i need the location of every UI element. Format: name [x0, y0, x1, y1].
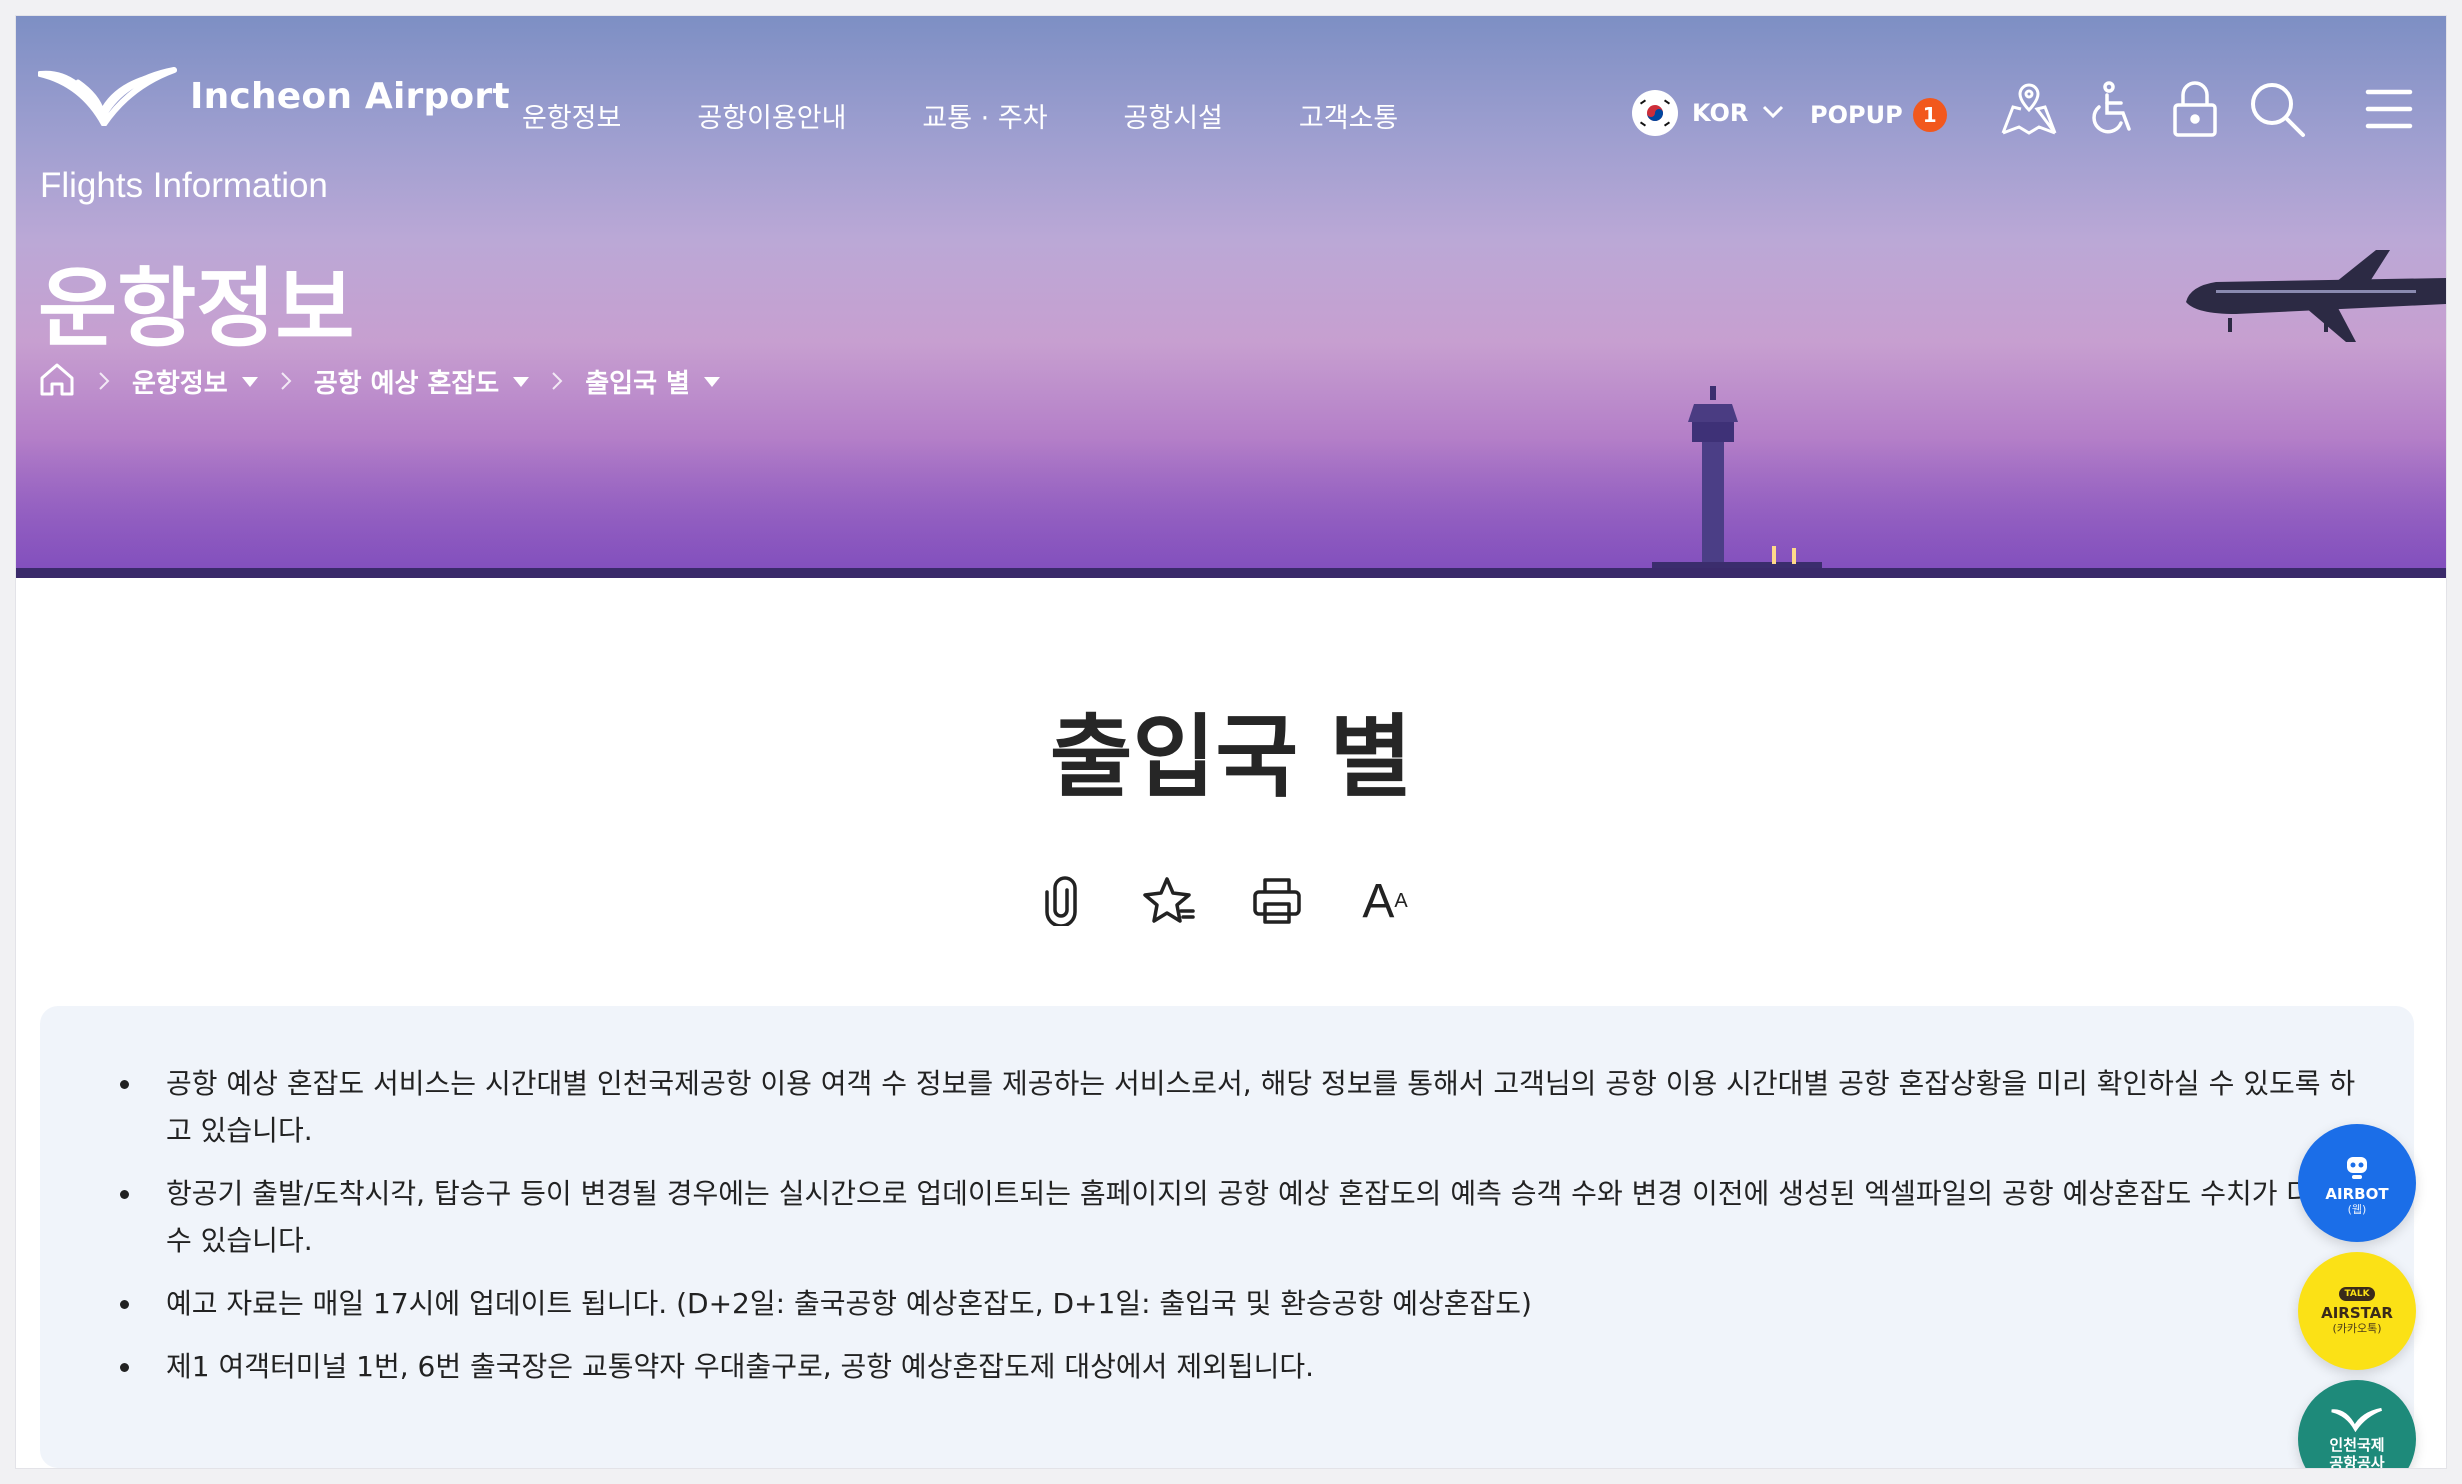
nav-item-facilities[interactable]: 공항시설 [1124, 96, 1223, 135]
lock-icon[interactable] [2160, 74, 2230, 144]
map-icon[interactable] [1994, 74, 2064, 144]
airplane-image [2186, 250, 2446, 342]
nav-item-airport-guide[interactable]: 공항이용안내 [697, 96, 846, 135]
notice-item: 공항 예상 혼잡도 서비스는 시간대별 인천국제공항 이용 여객 수 정보를 제… [116, 1060, 2362, 1154]
popup-count-badge: 1 [1912, 98, 1947, 132]
airstar-label: AIRSTAR [2321, 1304, 2393, 1322]
airbot-chat-button[interactable]: AIRBOT (웹) [2298, 1124, 2416, 1242]
breadcrumb-separator-icon [94, 361, 114, 401]
font-size-icon[interactable]: AA [1354, 870, 1416, 932]
main-nav: 운항정보 공항이용안내 교통 · 주차 공항시설 고객소통 [522, 96, 1398, 135]
incheon-airport-logo-icon [2331, 1406, 2383, 1436]
notice-box: 공항 예상 혼잡도 서비스는 시간대별 인천국제공항 이용 여객 수 정보를 제… [40, 1006, 2414, 1468]
page-title: 출입국 별 [1049, 705, 1413, 810]
airstar-kakaotalk-button[interactable]: TALK AIRSTAR (카카오톡) [2298, 1252, 2416, 1370]
home-icon[interactable] [38, 360, 76, 402]
notice-list: 공항 예상 혼잡도 서비스는 시간대별 인천국제공항 이용 여객 수 정보를 제… [116, 1060, 2355, 1390]
page-tools: AA [1030, 870, 1416, 932]
hero-glow [16, 438, 2446, 578]
breadcrumb-label: 운항정보 [132, 368, 228, 399]
control-tower-image [1652, 386, 1822, 578]
airbot-label: AIRBOT [2325, 1184, 2389, 1203]
font-size-small-label: A [1394, 889, 1408, 912]
language-selector[interactable]: KOR [1632, 90, 1784, 136]
nav-item-transport-parking[interactable]: 교통 · 주차 [922, 96, 1047, 135]
breadcrumb-separator-icon [276, 361, 296, 401]
clip-icon[interactable] [1030, 870, 1092, 932]
font-size-large-label: A [1362, 874, 1395, 928]
popup-button[interactable]: POPUP 1 [1810, 98, 1947, 132]
robot-icon [2341, 1151, 2373, 1185]
corp-sub: 공항공사 [2329, 1454, 2385, 1468]
popup-label: POPUP [1810, 101, 1903, 129]
notice-item: 예고 자료는 매일 17시에 업데이트 됩니다. (D+2일: 출국공항 예상혼… [116, 1280, 2362, 1327]
chevron-down-icon [1762, 104, 1784, 123]
horizon-ground [16, 568, 2446, 578]
hero-subtitle: Flights Information [40, 166, 328, 205]
hero-title: 운항정보 [38, 259, 355, 359]
site-logo[interactable]: Incheon Airport [38, 64, 510, 128]
breadcrumb-label: 공항 예상 혼잡도 [313, 368, 500, 399]
breadcrumb-item-by-immigration[interactable]: 출입국 별 [585, 363, 720, 400]
caret-down-icon [703, 372, 720, 391]
nav-item-customer[interactable]: 고객소통 [1299, 96, 1398, 135]
breadcrumb-item-congestion[interactable]: 공항 예상 혼잡도 [314, 363, 530, 400]
caret-down-icon [241, 372, 258, 391]
logo-text: Incheon Airport [190, 75, 510, 117]
accessibility-icon[interactable] [2076, 74, 2146, 144]
hero-banner: Incheon Airport 운항정보 공항이용안내 교통 · 주차 공항시설… [16, 16, 2446, 578]
print-icon[interactable] [1246, 870, 1308, 932]
notice-item: 제1 여객터미널 1번, 6번 출국장은 교통약자 우대출구로, 공항 예상혼잡… [116, 1343, 2362, 1390]
nav-item-flights[interactable]: 운항정보 [522, 96, 621, 135]
browser-window: Incheon Airport 운항정보 공항이용안내 교통 · 주차 공항시설… [16, 16, 2446, 1468]
caret-down-icon [513, 372, 530, 391]
favorite-star-icon[interactable] [1138, 870, 1200, 932]
breadcrumb-separator-icon [547, 361, 567, 401]
talk-bubble-icon: TALK [2339, 1287, 2375, 1301]
breadcrumb: 운항정보 공항 예상 혼잡도 출입국 별 [38, 360, 720, 402]
language-label: KOR [1692, 99, 1749, 127]
corp-label: 인천국제 [2329, 1436, 2385, 1454]
airstar-sub: (카카오톡) [2332, 1322, 2382, 1335]
incheon-airport-logo-icon [38, 66, 178, 126]
airbot-sub: (웹) [2347, 1202, 2367, 1216]
breadcrumb-label: 출입국 별 [585, 368, 690, 399]
search-icon[interactable] [2242, 74, 2312, 144]
menu-icon[interactable] [2354, 74, 2424, 144]
breadcrumb-item-flights[interactable]: 운항정보 [132, 363, 258, 400]
korea-flag-icon [1632, 90, 1678, 136]
notice-item: 항공기 출발/도착시각, 탑승구 등이 변경될 경우에는 실시간으로 업데이트되… [116, 1170, 2362, 1264]
